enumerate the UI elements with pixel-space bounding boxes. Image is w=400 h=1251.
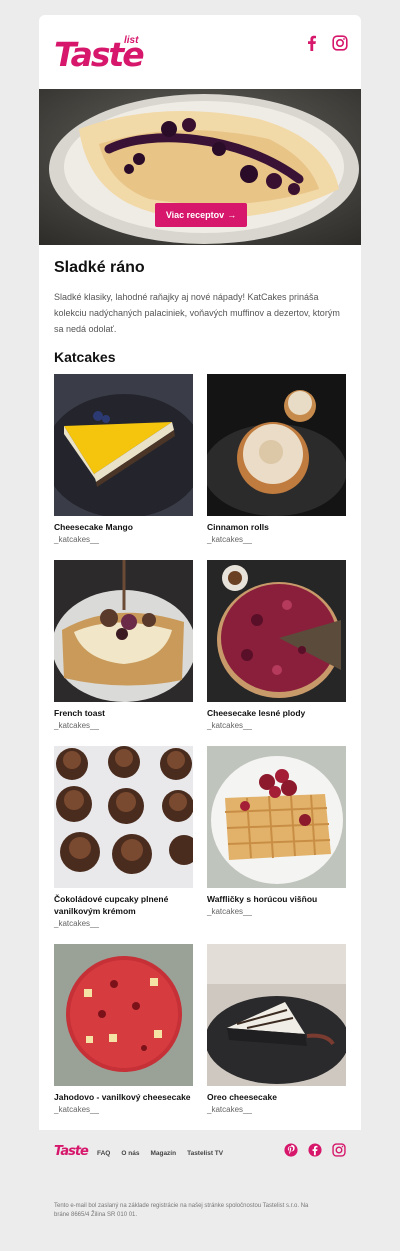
recipe-image[interactable] xyxy=(207,746,346,888)
hero-image[interactable]: Viac receptov → xyxy=(39,89,361,245)
recipe-card[interactable]: Oreo cheesecake _katcakes__ xyxy=(207,944,346,1115)
recipe-image[interactable] xyxy=(207,560,346,702)
recipe-card[interactable]: Jahodovo - vanilkový cheesecake _katcake… xyxy=(54,944,193,1115)
recipe-card[interactable]: Cheesecake Mango _katcakes__ xyxy=(54,374,193,545)
instagram-icon[interactable] xyxy=(332,1143,346,1157)
facebook-icon[interactable] xyxy=(304,35,320,51)
recipe-author: _katcakes__ xyxy=(54,1105,99,1114)
recipe-card[interactable]: Cinnamon rolls _katcakes__ xyxy=(207,374,346,545)
email-card: Taste list Viac receptov → Sladké ráno S… xyxy=(39,15,361,1130)
more-recipes-label: Viac receptov xyxy=(165,210,225,220)
recipe-author: _katcakes__ xyxy=(54,919,99,928)
footer-logo[interactable]: Taste xyxy=(54,1144,89,1159)
recipe-card[interactable]: French toast _katcakes__ xyxy=(54,560,193,731)
footer-link-magazine[interactable]: Magazín xyxy=(150,1150,176,1157)
recipe-author: _katcakes__ xyxy=(207,535,252,544)
arrow-right-icon: → xyxy=(227,210,237,220)
recipe-image[interactable] xyxy=(207,374,346,516)
page-title: Sladké ráno xyxy=(54,259,145,276)
recipe-author: _katcakes__ xyxy=(207,907,252,916)
recipe-name[interactable]: Cheesecake Mango xyxy=(54,521,193,533)
footer-social xyxy=(284,1143,346,1157)
recipe-author: _katcakes__ xyxy=(54,721,99,730)
recipe-image[interactable] xyxy=(54,374,193,516)
recipe-image[interactable] xyxy=(54,944,193,1086)
recipe-card[interactable]: Waffličky s horúcou višňou _katcakes__ xyxy=(207,746,346,917)
recipe-name[interactable]: Oreo cheesecake xyxy=(207,1091,346,1103)
facebook-icon[interactable] xyxy=(308,1143,322,1157)
more-recipes-button[interactable]: Viac receptov → xyxy=(155,203,247,227)
footer-link-about[interactable]: O nás xyxy=(121,1150,139,1157)
recipe-name[interactable]: French toast xyxy=(54,707,193,719)
recipe-image[interactable] xyxy=(54,560,193,702)
recipe-name[interactable]: Čokoládové cupcaky plnené vanilkovým kré… xyxy=(54,893,193,917)
recipe-image[interactable] xyxy=(54,746,193,888)
recipe-card[interactable]: Čokoládové cupcaky plnené vanilkovým kré… xyxy=(54,746,193,929)
footer: Taste FAQ O nás Magazín Tastelist TV Ten… xyxy=(39,1130,361,1230)
recipe-author: _katcakes__ xyxy=(207,721,252,730)
recipe-card[interactable]: Cheesecake lesné plody _katcakes__ xyxy=(207,560,346,731)
recipe-author: _katcakes__ xyxy=(54,535,99,544)
recipe-name[interactable]: Cheesecake lesné plody xyxy=(207,707,346,719)
recipe-name[interactable]: Jahodovo - vanilkový cheesecake xyxy=(54,1091,193,1103)
intro-text: Sladké klasiky, lahodné raňajky aj nové … xyxy=(54,292,340,334)
recipe-name[interactable]: Waffličky s horúcou višňou xyxy=(207,893,346,905)
tastelist-logo[interactable]: Taste list xyxy=(54,32,146,72)
logo-sup: list xyxy=(124,35,139,46)
section-title: Katcakes xyxy=(54,349,116,365)
recipe-image[interactable] xyxy=(207,944,346,1086)
footer-links: FAQ O nás Magazín Tastelist TV xyxy=(97,1150,223,1157)
legal-text: Tento e-mail bol zaslaný na základe regi… xyxy=(54,1203,309,1218)
recipe-author: _katcakes__ xyxy=(207,1105,252,1114)
recipe-name[interactable]: Cinnamon rolls xyxy=(207,521,346,533)
footer-link-faq[interactable]: FAQ xyxy=(97,1150,110,1157)
instagram-icon[interactable] xyxy=(332,35,348,51)
footer-link-tv[interactable]: Tastelist TV xyxy=(187,1150,223,1157)
pinterest-icon[interactable] xyxy=(284,1143,298,1157)
header-social xyxy=(304,35,348,51)
